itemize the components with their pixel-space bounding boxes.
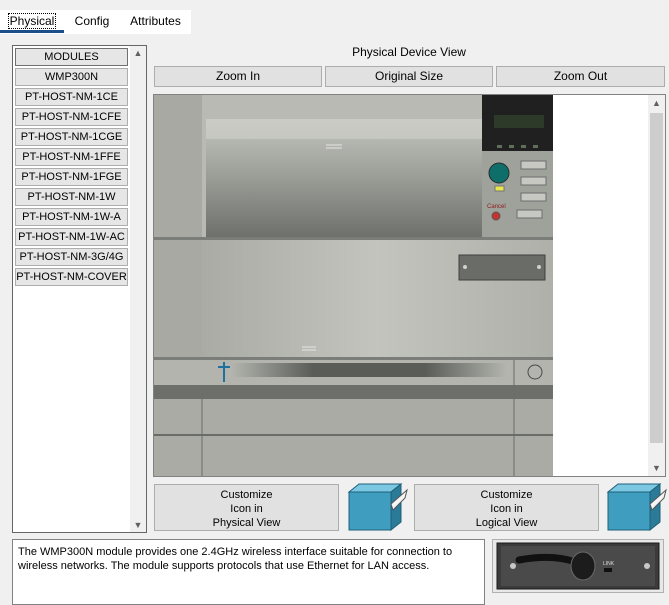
link-label: LINK: [603, 561, 615, 567]
device-image: Cancel: [154, 95, 665, 476]
physical-device-viewport[interactable]: Cancel: [153, 94, 666, 477]
lcd-screen: [494, 115, 544, 128]
tab-label: Physical: [7, 13, 57, 29]
module-item[interactable]: PT-HOST-NM-1W-A: [15, 208, 128, 226]
tab-physical[interactable]: Physical: [0, 10, 64, 32]
scroll-up-icon[interactable]: ▲: [648, 98, 665, 108]
zoom-out-button[interactable]: Zoom Out: [496, 66, 665, 87]
chassis-divider: [154, 237, 553, 240]
faceplate-screw-icon: [644, 563, 650, 569]
antenna-connector-icon: [570, 551, 596, 581]
led: [509, 145, 514, 148]
led: [521, 145, 526, 148]
zoom-in-button[interactable]: Zoom In: [154, 66, 322, 87]
panel-key: [520, 176, 547, 186]
tab-attributes[interactable]: Attributes: [120, 10, 191, 32]
logical-icon-cube: [604, 482, 668, 532]
module-item[interactable]: PT-HOST-NM-1CGE: [15, 128, 128, 146]
module-item[interactable]: PT-HOST-NM-3G/4G: [15, 248, 128, 266]
lower-slot: [229, 363, 509, 377]
chassis-base-band: [154, 385, 553, 399]
module-item[interactable]: PT-HOST-NM-1W-AC: [15, 228, 128, 246]
led: [533, 145, 538, 148]
module-item[interactable]: PT-HOST-NM-1CE: [15, 88, 128, 106]
slot-screw-icon: [463, 265, 467, 269]
led: [497, 145, 502, 148]
cancel-label: Cancel: [487, 204, 506, 210]
faceplate-screw-icon: [510, 563, 516, 569]
scroll-down-icon[interactable]: ▼: [648, 463, 665, 473]
module-item[interactable]: PT-HOST-NM-1W: [15, 188, 128, 206]
slot-screw-icon: [537, 265, 541, 269]
chassis-divider: [154, 357, 553, 360]
tab-config[interactable]: Config: [64, 10, 120, 32]
module-item[interactable]: WMP300N: [15, 68, 128, 86]
panel-key: [516, 209, 543, 219]
customize-physical-icon-button[interactable]: Customize Icon in Physical View: [154, 484, 339, 531]
cancel-button-icon: [491, 211, 501, 221]
original-size-button[interactable]: Original Size: [325, 66, 493, 87]
device-view-title: Physical Device View: [352, 45, 466, 59]
physical-icon-cube: [345, 482, 409, 532]
module-list-scrollbar[interactable]: ▲ ▼: [130, 46, 146, 532]
power-button-icon: [488, 162, 510, 184]
module-item[interactable]: PT-HOST-NM-COVER: [15, 268, 128, 286]
panel-key: [520, 160, 547, 170]
top-bay-highlight: [206, 119, 482, 139]
modules-header-button[interactable]: MODULES: [15, 48, 128, 66]
scroll-thumb[interactable]: [650, 113, 663, 443]
module-description: The WMP300N module provides one 2.4GHz w…: [12, 539, 485, 605]
panel-key: [520, 192, 547, 202]
scroll-up-icon[interactable]: ▲: [130, 48, 146, 58]
viewport-scrollbar[interactable]: ▲ ▼: [648, 95, 665, 476]
chassis-base: [154, 399, 553, 476]
module-slot-cover: [458, 254, 546, 281]
customize-logical-icon-button[interactable]: Customize Icon in Logical View: [414, 484, 599, 531]
module-item[interactable]: PT-HOST-NM-1CFE: [15, 108, 128, 126]
tab-label: Attributes: [130, 14, 181, 28]
power-led: [494, 185, 505, 192]
active-tab-indicator: [0, 30, 64, 33]
tab-label: Config: [74, 14, 110, 28]
link-led: [604, 568, 612, 572]
module-item[interactable]: PT-HOST-NM-1FFE: [15, 148, 128, 166]
scroll-down-icon[interactable]: ▼: [130, 520, 146, 530]
module-thumbnail: LINK: [492, 539, 664, 593]
module-item[interactable]: PT-HOST-NM-1FGE: [15, 168, 128, 186]
